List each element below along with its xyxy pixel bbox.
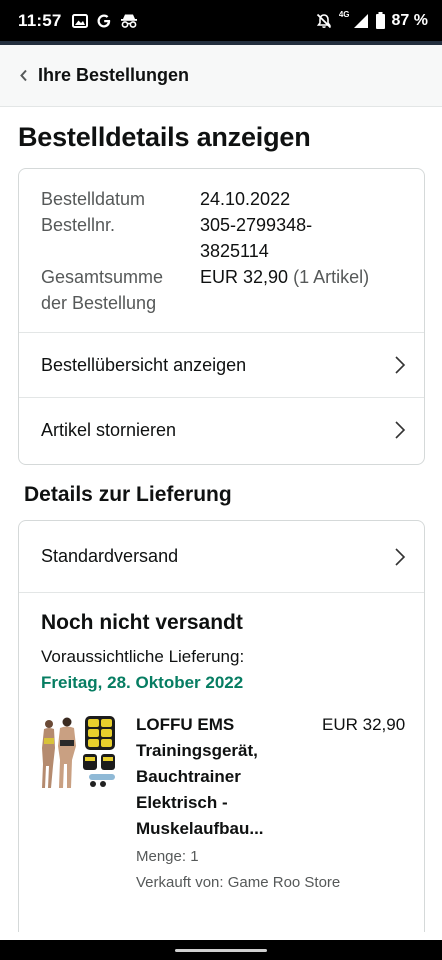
order-number-label: Bestellnr. [41,215,116,235]
order-summary-card: Bestelldatum 24.10.2022 Bestellnr. 305-2… [18,168,425,465]
shipment-status: Noch nicht versandt [41,611,243,634]
order-date-label: Bestelldatum [41,189,146,209]
shipping-method-label: Standardversand [41,546,179,566]
cancel-items-label: Artikel stornieren [41,419,177,440]
battery-level: 87 % [391,11,428,29]
product-title-line: Muskelaufbau... [136,819,264,838]
order-total-value: EUR 32,90 (1 Artikel) [200,264,369,290]
silent-icon [316,13,331,28]
view-order-summary-label: Bestellübersicht anzeigen [41,354,247,375]
order-number-value-2: 3825114 [200,241,269,261]
chevron-right-icon [395,421,406,439]
order-total-label-1: Gesamtsumme [41,267,164,287]
incognito-icon [120,14,137,28]
chevron-right-icon [395,356,406,374]
chevron-left-icon [16,69,30,83]
view-order-summary-row[interactable]: Bestellübersicht anzeigen [19,332,424,397]
product-title[interactable]: LOFFU EMS Trainingsgerät, Bauchtrainer E… [136,712,306,842]
network-type: 4G [338,10,350,19]
product-title-line: Bauchtrainer [136,767,241,786]
order-total-label-2: der Bestellung [41,293,157,313]
order-number-value-1: 305-2799348- [200,215,313,235]
product-title-line: Trainingsgerät, [136,741,258,760]
status-bar: 11:57 4G 87 % [0,0,442,41]
status-time: 11:57 [18,10,62,30]
order-date-value: 24.10.2022 [200,189,291,209]
delivery-card: Standardversand Noch nicht versandt Vora… [18,520,425,932]
product-image[interactable] [41,714,119,790]
back-navigation[interactable]: Ihre Bestellungen [0,45,442,107]
signal-icon [353,13,368,28]
order-total-amount: EUR 32,90 [200,267,289,287]
battery-icon [375,12,385,29]
page-title: Bestelldetails anzeigen [18,122,311,152]
product-title-line: LOFFU EMS [136,715,235,734]
product-seller: Verkauft von: Game Roo Store [136,874,341,891]
product-quantity: Menge: 1 [136,848,199,865]
product-title-line: Elektrisch - [136,793,228,812]
delivery-section-title: Details zur Lieferung [24,483,232,506]
delivery-estimate-date: Freitag, 28. Oktober 2022 [41,673,244,692]
image-icon [71,13,88,28]
cancel-items-row[interactable]: Artikel stornieren [19,397,424,462]
home-gesture-handle[interactable] [175,949,267,952]
delivery-estimate-label: Voraussichtliche Lieferung: [41,647,245,666]
product-price: EUR 32,90 [322,715,406,734]
google-icon [97,14,110,27]
back-link-label[interactable]: Ihre Bestellungen [38,65,189,86]
order-total-items: (1 Artikel) [293,267,370,287]
chevron-right-icon [395,547,406,566]
shipping-method-row[interactable]: Standardversand [19,521,424,593]
